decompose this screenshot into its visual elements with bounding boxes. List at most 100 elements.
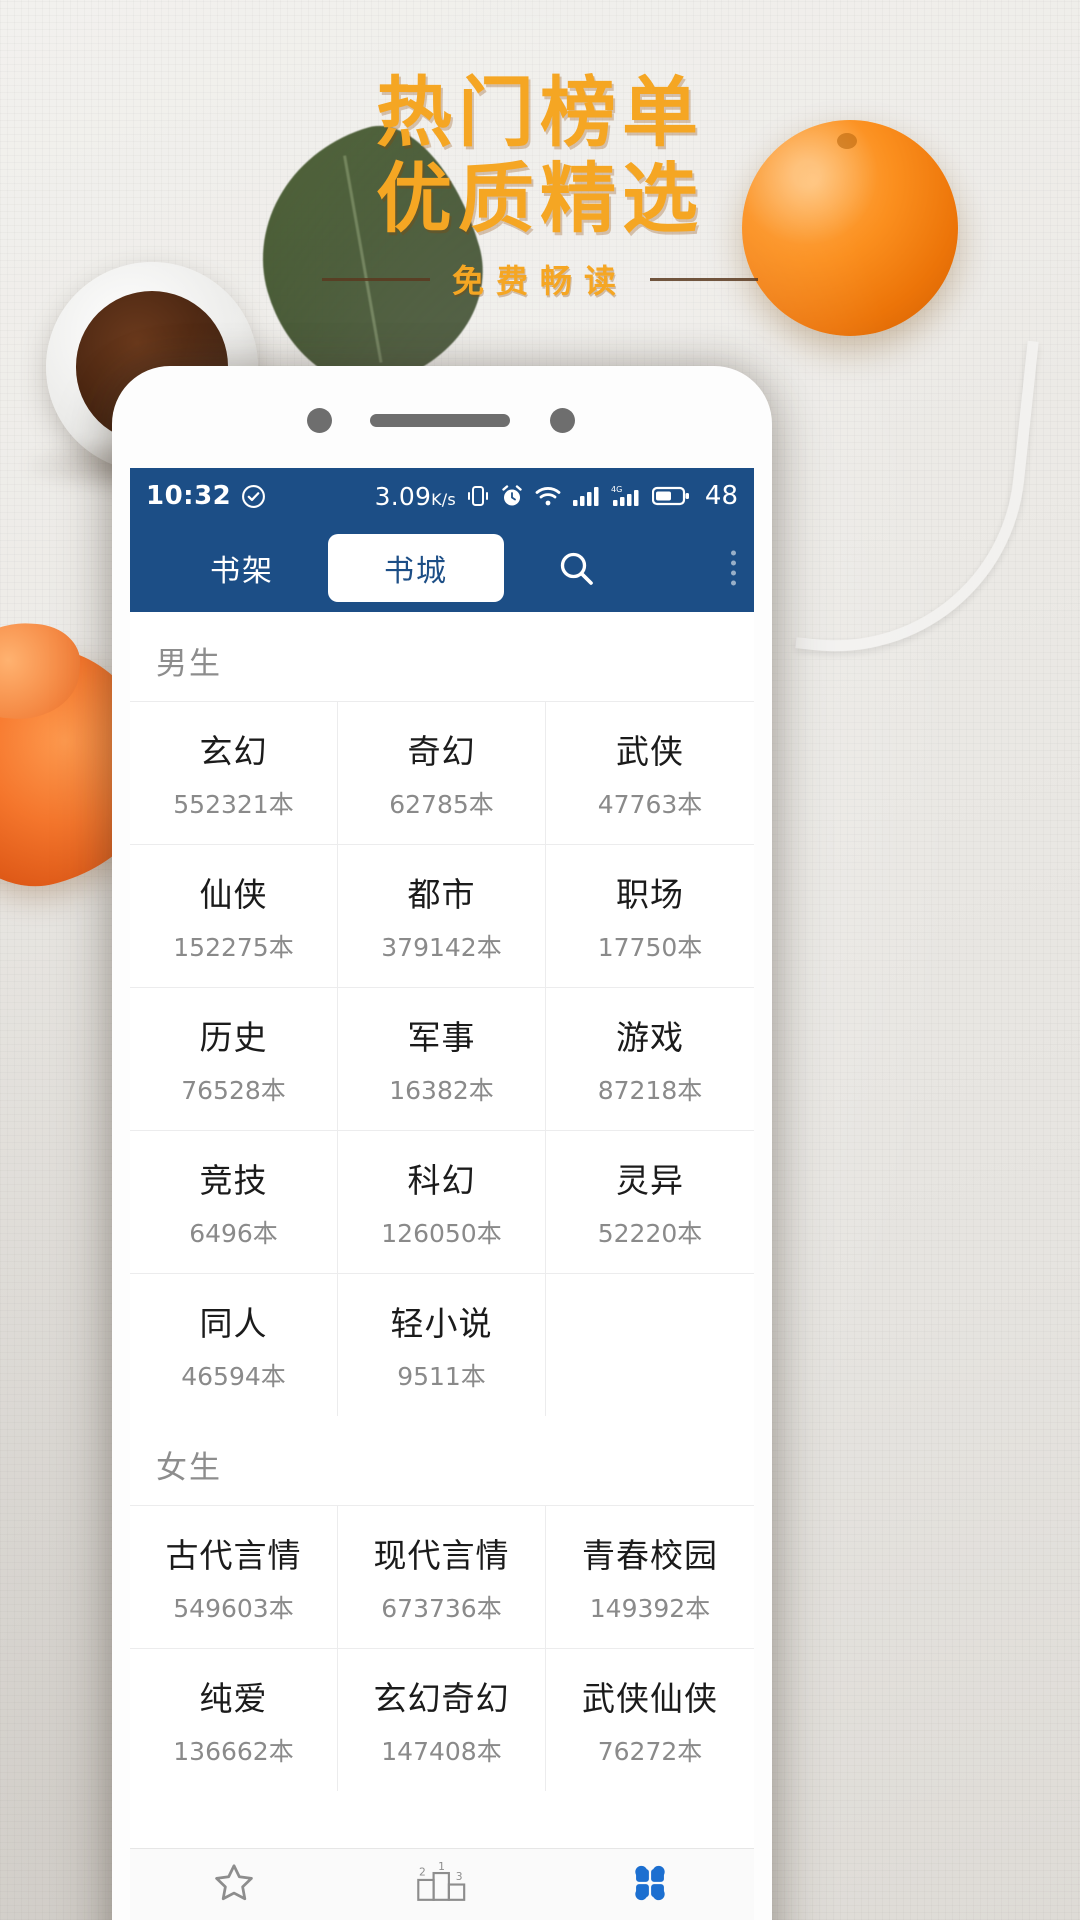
phone-screen: 10:32 3.09 K/s 4G 48 书架 书城 男生 玄幻 552321本… xyxy=(130,468,754,1920)
tab-ranking[interactable]: 排行榜 xyxy=(130,1849,338,1920)
category-grid-male: 玄幻 552321本 奇幻 62785本 武侠 47763本 仙侠 152275本 都市… xyxy=(130,701,754,1416)
category-count: 6496本 xyxy=(189,1219,278,1248)
category-name: 轻小说 xyxy=(390,1304,493,1343)
category-name: 现代言情 xyxy=(373,1536,510,1575)
category-cell[interactable]: 纯爱 136662本 xyxy=(130,1648,338,1791)
category-cell[interactable]: 竞技 6496本 xyxy=(130,1130,338,1273)
category-cell-empty xyxy=(546,1273,754,1416)
promo-subtitle: 免费畅读 xyxy=(451,262,628,300)
network-speed-unit: K/s xyxy=(431,489,456,509)
category-name: 竞技 xyxy=(199,1161,268,1200)
category-name: 历史 xyxy=(199,1018,268,1057)
category-count: 149392本 xyxy=(589,1594,711,1623)
front-camera-icon xyxy=(307,408,332,433)
grid-four-icon xyxy=(627,1861,673,1910)
category-name: 纯爱 xyxy=(199,1679,268,1718)
category-name: 古代言情 xyxy=(165,1536,302,1575)
bottom-tabbar: 排行榜 2 1 3 书单 xyxy=(130,1848,754,1920)
category-cell[interactable]: 玄幻 552321本 xyxy=(130,701,338,844)
category-name: 玄幻奇幻 xyxy=(373,1679,510,1718)
proximity-sensor-icon xyxy=(550,408,575,433)
category-count: 87218本 xyxy=(597,1076,703,1105)
category-count: 379142本 xyxy=(381,933,502,962)
category-cell[interactable]: 武侠仙侠 76272本 xyxy=(546,1648,754,1791)
category-name: 灵异 xyxy=(616,1161,684,1200)
category-cell[interactable]: 同人 46594本 xyxy=(130,1273,338,1416)
svg-text:1: 1 xyxy=(438,1861,445,1873)
section-title-female: 女生 xyxy=(156,1450,222,1486)
category-name: 职场 xyxy=(616,875,684,914)
promo-scene: 热门榜单 优质精选 免费畅读 10:32 3.09 K/s 4G 48 书架 书… xyxy=(0,0,1080,1920)
category-name: 都市 xyxy=(407,875,476,914)
category-name: 武侠仙侠 xyxy=(582,1679,718,1718)
more-vertical-icon[interactable] xyxy=(731,550,736,586)
category-name: 同人 xyxy=(199,1304,268,1343)
battery-icon xyxy=(651,485,690,507)
category-cell[interactable]: 军事 16382本 xyxy=(338,987,546,1130)
vibrate-icon xyxy=(467,484,489,508)
svg-text:2: 2 xyxy=(419,1865,426,1878)
tab-bookstore[interactable]: 书城 xyxy=(328,534,504,602)
check-circle-icon xyxy=(241,484,266,509)
category-count: 549603本 xyxy=(173,1594,294,1623)
category-count: 52220本 xyxy=(597,1219,703,1248)
network-speed: 3.09 K/s xyxy=(375,482,456,511)
category-count: 47763本 xyxy=(597,790,703,819)
signal-bars-icon xyxy=(572,485,600,507)
category-count: 46594本 xyxy=(181,1362,286,1391)
category-cell[interactable]: 奇幻 62785本 xyxy=(338,701,546,844)
category-count: 126050本 xyxy=(381,1219,502,1248)
category-count: 76528本 xyxy=(181,1076,286,1105)
promo-subtitle-row: 免费畅读 xyxy=(0,256,1080,302)
category-count: 17750本 xyxy=(597,933,703,962)
category-count: 673736本 xyxy=(381,1594,502,1623)
tab-bookshelf[interactable]: 书架 xyxy=(210,546,274,590)
search-icon[interactable] xyxy=(556,548,596,588)
rule-left xyxy=(321,277,430,281)
rule-right xyxy=(650,277,758,281)
category-cell[interactable]: 青春校园 149392本 xyxy=(546,1505,754,1648)
category-cell[interactable]: 职场 17750本 xyxy=(546,844,754,987)
category-cell[interactable]: 武侠 47763本 xyxy=(546,701,754,844)
svg-text:3: 3 xyxy=(456,1869,463,1882)
category-cell[interactable]: 玄幻奇幻 147408本 xyxy=(338,1648,546,1791)
phone-top-bezel xyxy=(112,366,772,468)
category-count: 76272本 xyxy=(597,1737,703,1766)
category-cell[interactable]: 历史 76528本 xyxy=(130,987,338,1130)
promo-line-2: 优质精选 xyxy=(376,154,704,243)
category-cell[interactable]: 灵异 52220本 xyxy=(546,1130,754,1273)
category-cell[interactable]: 轻小说 9511本 xyxy=(338,1273,546,1416)
category-name: 武侠 xyxy=(616,732,684,771)
svg-text:4G: 4G xyxy=(611,485,622,494)
network-speed-value: 3.09 xyxy=(374,481,432,511)
alarm-icon xyxy=(500,484,524,508)
star-icon xyxy=(211,1861,257,1910)
category-name: 军事 xyxy=(407,1018,476,1057)
app-navbar: 书架 书城 xyxy=(130,524,754,612)
category-name: 游戏 xyxy=(616,1018,684,1057)
promo-line-1: 热门榜单 xyxy=(376,68,704,157)
category-cell[interactable]: 科幻 126050本 xyxy=(338,1130,546,1273)
category-grid-female: 古代言情 549603本 现代言情 673736本 青春校园 149392本 纯爱 13… xyxy=(130,1505,754,1791)
category-name: 仙侠 xyxy=(199,875,268,914)
category-name: 青春校园 xyxy=(582,1536,718,1575)
category-count: 147408本 xyxy=(381,1737,502,1766)
category-cell[interactable]: 现代言情 673736本 xyxy=(338,1505,546,1648)
promo-headline: 热门榜单 优质精选 免费畅读 xyxy=(0,0,1080,302)
category-cell[interactable]: 游戏 87218本 xyxy=(546,987,754,1130)
signal-4g-icon: 4G xyxy=(611,484,641,508)
category-name: 玄幻 xyxy=(199,732,268,771)
tab-category[interactable]: 分类 xyxy=(546,1849,754,1920)
category-count: 16382本 xyxy=(389,1076,494,1105)
category-cell[interactable]: 都市 379142本 xyxy=(338,844,546,987)
section-title-male: 男生 xyxy=(156,646,222,682)
category-count: 552321本 xyxy=(173,790,294,819)
podium-icon: 2 1 3 xyxy=(416,1860,468,1910)
category-cell[interactable]: 仙侠 152275本 xyxy=(130,844,338,987)
category-content: 男生 玄幻 552321本 奇幻 62785本 武侠 47763本 仙侠 152275本… xyxy=(130,612,754,1791)
category-cell[interactable]: 古代言情 549603本 xyxy=(130,1505,338,1648)
tab-booklist[interactable]: 2 1 3 书单 xyxy=(338,1849,546,1920)
category-name: 科幻 xyxy=(407,1161,476,1200)
category-name: 奇幻 xyxy=(407,732,476,771)
category-count: 62785本 xyxy=(389,790,494,819)
